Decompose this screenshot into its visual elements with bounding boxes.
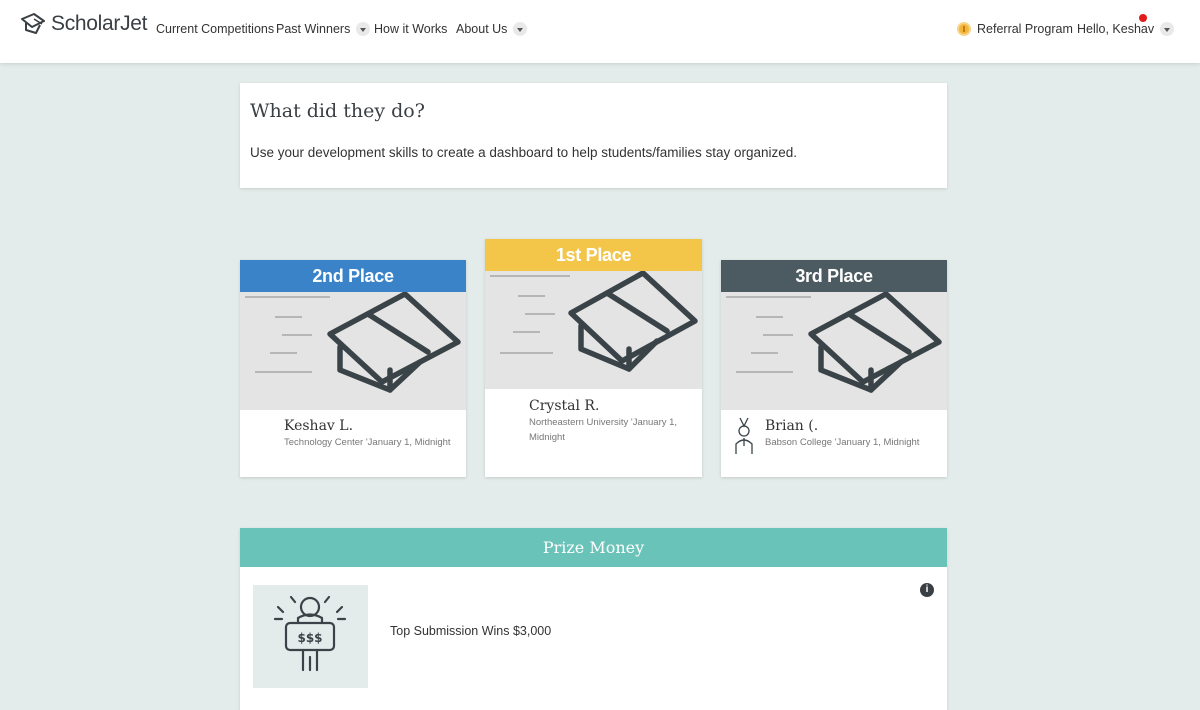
project-info-card: What did they do? Use your development s… bbox=[240, 83, 947, 188]
nav-label: Past Winners bbox=[276, 22, 351, 36]
graduation-cap-icon bbox=[245, 292, 461, 393]
referral-label: Referral Program bbox=[977, 22, 1073, 36]
graduation-cap-icon bbox=[726, 292, 942, 393]
place-banner: 3rd Place bbox=[721, 260, 947, 292]
logo-text: ScholarJet bbox=[51, 12, 148, 35]
money-sign-person-icon: $$$ bbox=[273, 595, 347, 672]
prize-money-card: Prize Money i $$$ Top Submission Wins $3… bbox=[240, 528, 947, 710]
coin-icon bbox=[957, 22, 971, 36]
nav-past-winners[interactable]: Past Winners bbox=[276, 22, 371, 36]
nav-about-us[interactable]: About Us bbox=[456, 22, 528, 36]
user-greeting: Hello, Keshav bbox=[1077, 22, 1155, 36]
referral-program-link[interactable]: Referral Program bbox=[957, 22, 1073, 36]
nav-how-it-works[interactable]: How it Works bbox=[374, 22, 447, 36]
winner-name: Brian (. bbox=[765, 418, 819, 434]
nav-label: Current Competitions bbox=[156, 22, 275, 36]
chevron-down-icon[interactable] bbox=[356, 22, 371, 36]
prize-header: Prize Money bbox=[240, 528, 947, 567]
place-banner: 1st Place bbox=[485, 239, 702, 271]
winner-card-second[interactable]: 2nd Place Keshav L. Technology Center 'J… bbox=[240, 260, 466, 477]
nav-label: About Us bbox=[456, 22, 508, 36]
graduation-cap-image bbox=[240, 292, 466, 410]
info-description: Use your development skills to create a … bbox=[250, 145, 798, 160]
winner-details: Technology Center 'January 1, Midnight bbox=[284, 437, 451, 448]
nav-current-competitions[interactable]: Current Competitions bbox=[156, 22, 274, 36]
info-title: What did they do? bbox=[250, 100, 425, 122]
notification-dot bbox=[1139, 14, 1147, 22]
chevron-down-icon[interactable] bbox=[513, 22, 528, 36]
user-menu[interactable]: Hello, Keshav bbox=[1077, 22, 1175, 36]
graduation-cap-image bbox=[485, 271, 702, 389]
winner-name: Crystal R. bbox=[529, 398, 600, 414]
scholarjet-logo[interactable]: ScholarJet bbox=[20, 12, 148, 36]
winner-name: Keshav L. bbox=[284, 418, 354, 434]
graduation-cap-icon bbox=[490, 271, 698, 372]
graduation-cap-image bbox=[721, 292, 947, 410]
nav-label: How it Works bbox=[374, 22, 448, 36]
winner-card-third[interactable]: 3rd Place Brian (. Babson College 'Janua… bbox=[721, 260, 947, 477]
place-banner: 2nd Place bbox=[240, 260, 466, 292]
prize-icon-box: $$$ bbox=[253, 585, 368, 688]
user-avatar-icon bbox=[735, 417, 753, 454]
top-navbar: ScholarJet Current Competitions Past Win… bbox=[0, 0, 1200, 63]
dollar-signs: $$$ bbox=[297, 631, 322, 645]
winner-card-first[interactable]: 1st Place Crystal R. Northeastern Univer… bbox=[485, 239, 702, 477]
info-icon[interactable]: i bbox=[920, 583, 934, 597]
winner-details: Northeastern University 'January 1, Midn… bbox=[529, 417, 678, 443]
chevron-down-icon[interactable] bbox=[1160, 22, 1175, 36]
winner-details: Babson College 'January 1, Midnight bbox=[765, 437, 920, 448]
prize-text: Top Submission Wins $3,000 bbox=[390, 624, 552, 638]
graduation-cap-logo-icon bbox=[21, 13, 45, 34]
